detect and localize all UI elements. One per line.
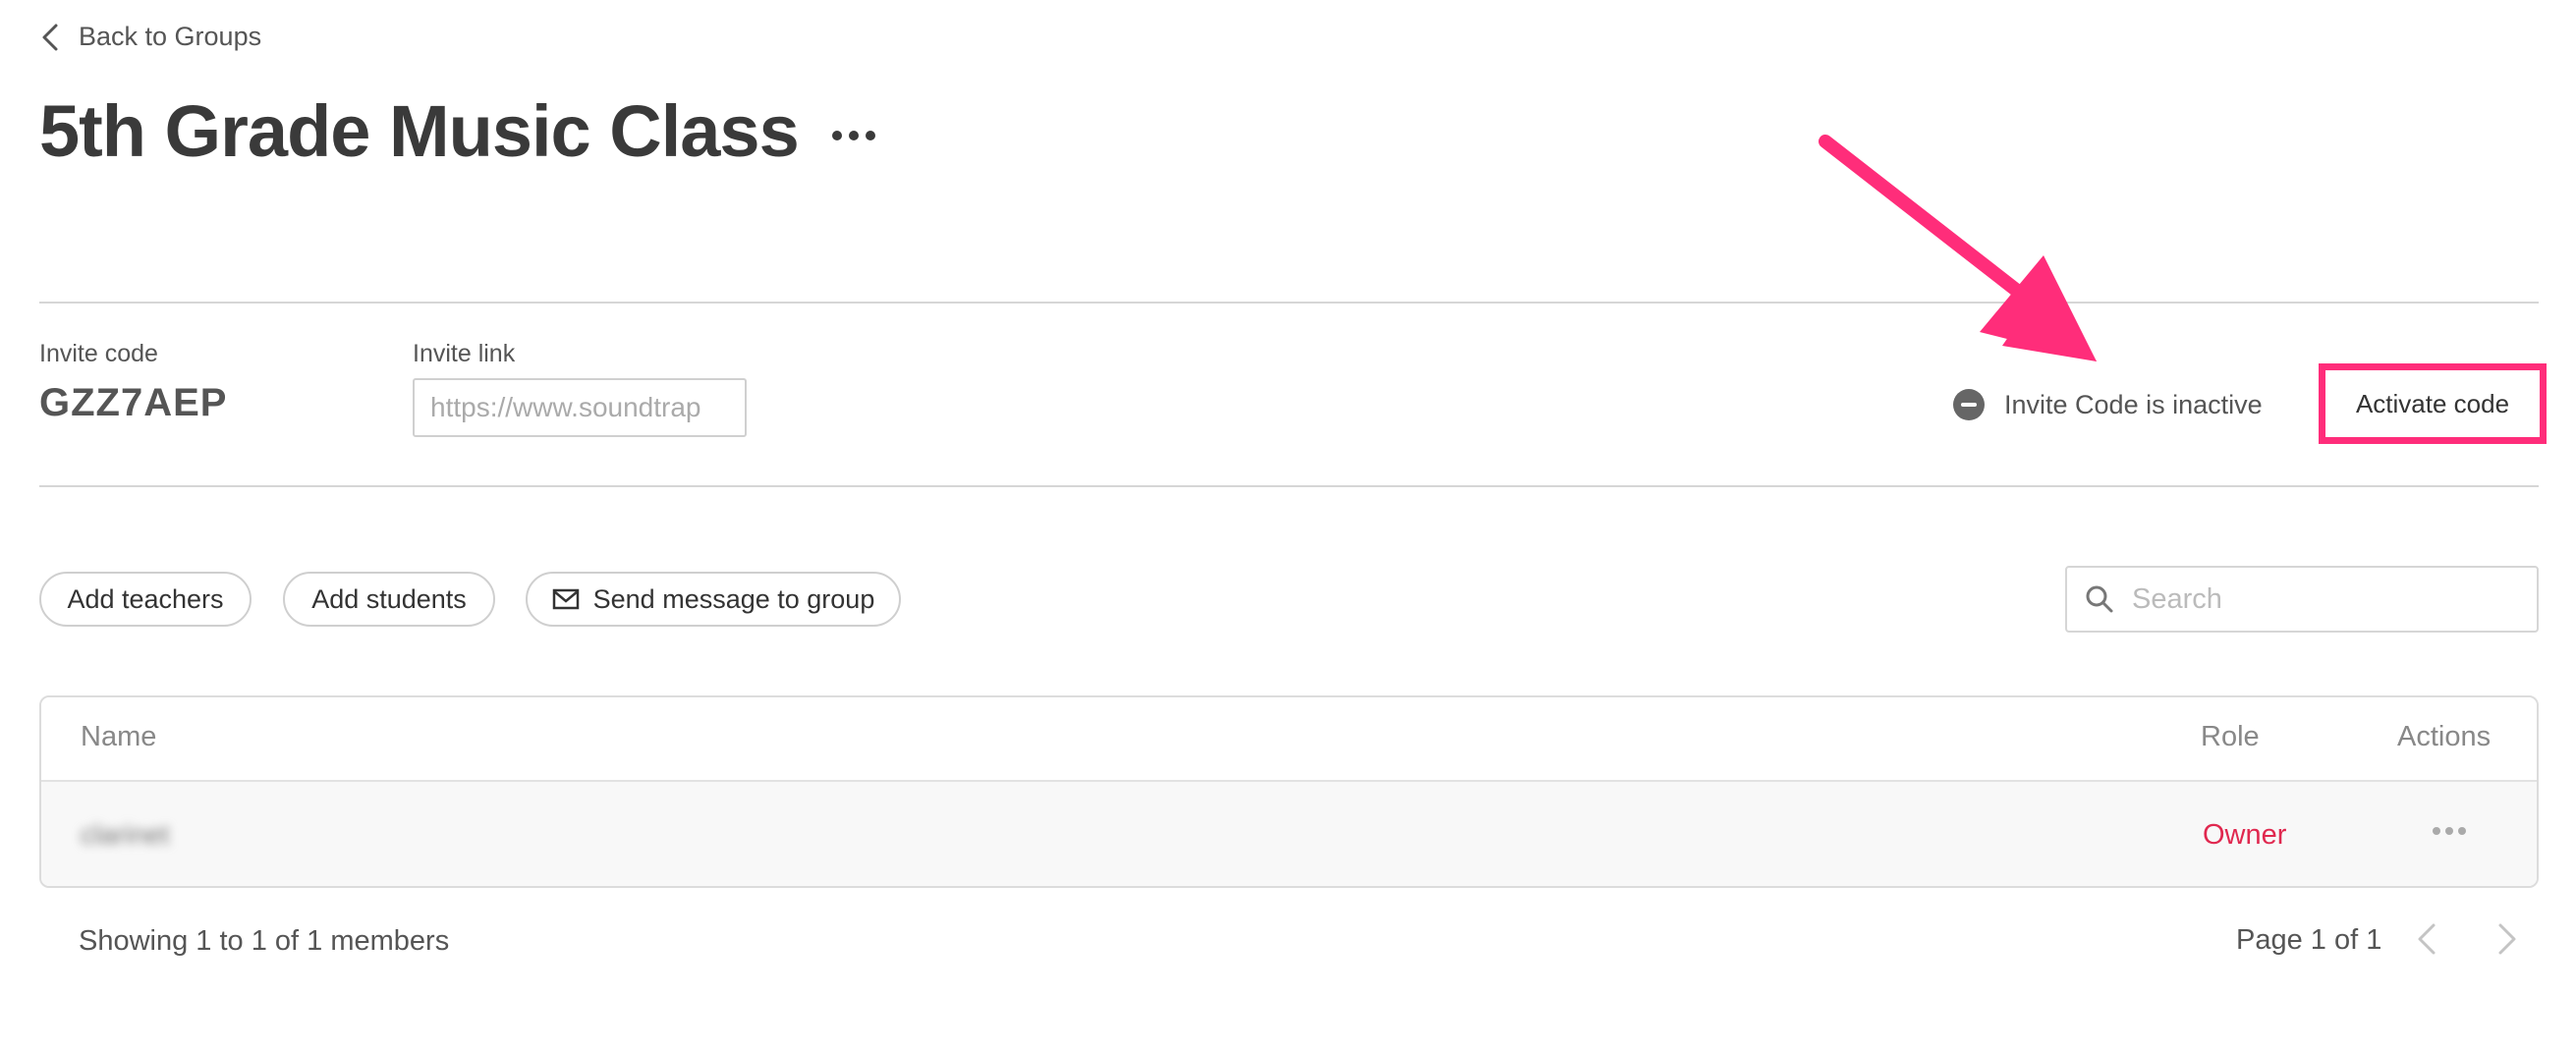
add-students-label: Add students <box>311 583 467 614</box>
search-icon <box>2086 585 2113 613</box>
search-box[interactable] <box>2065 566 2539 633</box>
next-page-button[interactable] <box>2495 921 2519 962</box>
chevron-left-icon <box>2418 923 2436 955</box>
invite-link-input[interactable] <box>413 378 747 437</box>
send-message-button[interactable]: Send message to group <box>526 572 901 627</box>
table-row[interactable]: clarinet Owner <box>41 782 2537 886</box>
chevron-right-icon <box>2498 923 2516 955</box>
annotation-arrow <box>1819 135 2097 361</box>
invite-code-label: Invite code <box>39 340 158 367</box>
activate-code-label: Activate code <box>2355 388 2510 418</box>
showing-count: Showing 1 to 1 of 1 members <box>79 925 450 957</box>
more-horizontal-icon[interactable] <box>831 131 875 140</box>
back-to-groups-link[interactable]: Back to Groups <box>39 22 261 52</box>
mail-icon <box>552 588 579 610</box>
more-horizontal-icon[interactable] <box>2433 827 2466 835</box>
table-header: Name Role Actions <box>41 697 2537 782</box>
minus-circle-icon <box>1953 389 1985 420</box>
page-info: Page 1 of 1 <box>2236 924 2382 956</box>
member-name[interactable]: clarinet <box>81 819 169 851</box>
page-header: 5th Grade Music Class <box>39 86 875 177</box>
add-teachers-label: Add teachers <box>67 583 224 614</box>
divider-bottom <box>39 485 2539 487</box>
back-link-label: Back to Groups <box>79 22 262 51</box>
invite-link-label: Invite link <box>413 340 516 367</box>
member-role: Owner <box>2203 819 2287 851</box>
add-teachers-button[interactable]: Add teachers <box>39 572 252 627</box>
members-table: Name Role Actions clarinet Owner <box>39 695 2539 888</box>
send-message-label: Send message to group <box>592 583 875 614</box>
prev-page-button[interactable] <box>2415 921 2438 962</box>
invite-status-text: Invite Code is inactive <box>2004 389 2263 419</box>
divider-top <box>39 302 2539 304</box>
invite-status: Invite Code is inactive <box>1953 389 2263 420</box>
activate-code-button[interactable]: Activate code <box>2319 363 2547 444</box>
add-students-button[interactable]: Add students <box>283 572 495 627</box>
column-header-role[interactable]: Role <box>2201 721 2260 753</box>
page-title: 5th Grade Music Class <box>39 90 800 172</box>
invite-code-value: GZZ7AEP <box>39 381 228 424</box>
chevron-left-icon <box>42 24 58 50</box>
column-header-name[interactable]: Name <box>81 721 156 753</box>
column-header-actions: Actions <box>2397 721 2492 752</box>
search-input[interactable] <box>2130 581 2507 617</box>
